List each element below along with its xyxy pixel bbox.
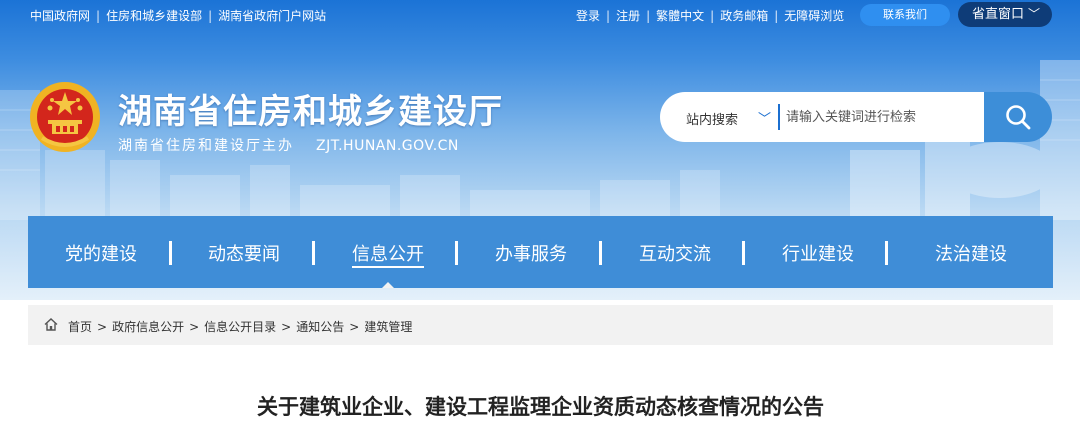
breadcrumb-gov-info[interactable]: 政府信息公开 [112,320,184,334]
account-links: 登录 | 注册 | 繁體中文 | 政务邮箱 | 无障碍浏览 [576,7,844,24]
login-link[interactable]: 登录 [576,9,600,23]
chevron-down-icon: ﹀ [758,112,772,127]
divider: | [710,9,715,23]
search-input[interactable] [786,104,976,130]
divider: | [774,9,779,23]
nav-divider [312,241,315,265]
top-utility-bar: 中国政府网 | 住房和城乡建设部 | 湖南省政府门户网站 登录 | 注册 | 繁體中文 | 政务邮箱… [0,0,1080,28]
breadcrumb-info-catalog[interactable]: 信息公开目录 [204,320,276,334]
nav-industry[interactable]: 行业建设 [782,240,854,266]
divider: | [646,9,651,23]
nav-party-building[interactable]: 党的建设 [65,240,137,266]
nav-active-underline [352,266,424,268]
register-link[interactable]: 注册 [616,9,640,23]
search-divider [778,104,780,130]
divider: | [96,9,101,23]
sponsor-text: 湖南省住房和建设厅主办 [118,138,294,154]
provincial-window-label: 省直窗口 [972,7,1025,22]
search-button[interactable] [984,92,1052,142]
divider: | [208,9,213,23]
breadcrumb-separator: > [281,320,292,334]
breadcrumb-separator: > [97,320,108,334]
site-title[interactable]: 湖南省住房和城乡建设厅 [118,84,503,133]
link-hunan-gov[interactable]: 湖南省政府门户网站 [218,9,326,23]
site-url: ZJT.HUNAN.GOV.CN [316,138,459,154]
breadcrumb-separator: > [349,320,360,334]
provincial-window-dropdown[interactable]: 省直窗口 ﹀ [958,2,1052,27]
article-title: 关于建筑业企业、建设工程监理企业资质动态核查情况的公告 [257,395,824,419]
breadcrumb-construction-mgmt[interactable]: 建筑管理 [364,320,412,334]
external-links: 中国政府网 | 住房和城乡建设部 | 湖南省政府门户网站 [30,7,326,24]
link-mohurd[interactable]: 住房和城乡建设部 [106,9,202,23]
gov-mail-link[interactable]: 政务邮箱 [720,9,768,23]
nav-services[interactable]: 办事服务 [495,240,567,266]
link-gov-cn[interactable]: 中国政府网 [30,9,90,23]
main-nav: 党的建设 动态要闻 信息公开 办事服务 互动交流 行业建设 法治建设 [28,216,1053,288]
nav-divider [169,241,172,265]
search-scope-select[interactable]: 站内搜索 ﹀ [686,109,771,128]
breadcrumb-home[interactable]: 首页 [68,320,92,334]
nav-divider [599,241,602,265]
nav-active-caret [382,282,394,288]
breadcrumb-list: 首页 > 政府信息公开 > 信息公开目录 > 通知公告 > 建筑管理 [68,318,412,335]
national-emblem-icon [30,82,100,152]
home-icon [44,318,58,331]
breadcrumb-separator: > [189,320,200,334]
nav-interaction[interactable]: 互动交流 [639,240,711,266]
nav-divider [885,241,888,265]
nav-info-disclosure[interactable]: 信息公开 [352,240,424,266]
divider: | [606,9,611,23]
traditional-chinese-link[interactable]: 繁體中文 [656,9,704,23]
breadcrumb-notices[interactable]: 通知公告 [296,320,344,334]
accessibility-link[interactable]: 无障碍浏览 [784,9,844,23]
nav-divider [455,241,458,265]
search-icon [1006,105,1031,130]
search-box: 站内搜索 ﹀ [660,92,986,142]
breadcrumb: 首页 > 政府信息公开 > 信息公开目录 > 通知公告 > 建筑管理 [28,305,1053,345]
search-scope-label: 站内搜索 [686,113,739,128]
nav-news[interactable]: 动态要闻 [208,240,280,266]
article-content: 关于建筑业企业、建设工程监理企业资质动态核查情况的公告 [28,345,1053,433]
contact-us-button[interactable]: 联系我们 [860,4,950,26]
nav-rule-of-law[interactable]: 法治建设 [935,240,1007,266]
site-subtitle: 湖南省住房和建设厅主办 ZJT.HUNAN.GOV.CN [118,135,459,155]
chevron-down-icon: ﹀ [1027,7,1040,21]
nav-divider [742,241,745,265]
